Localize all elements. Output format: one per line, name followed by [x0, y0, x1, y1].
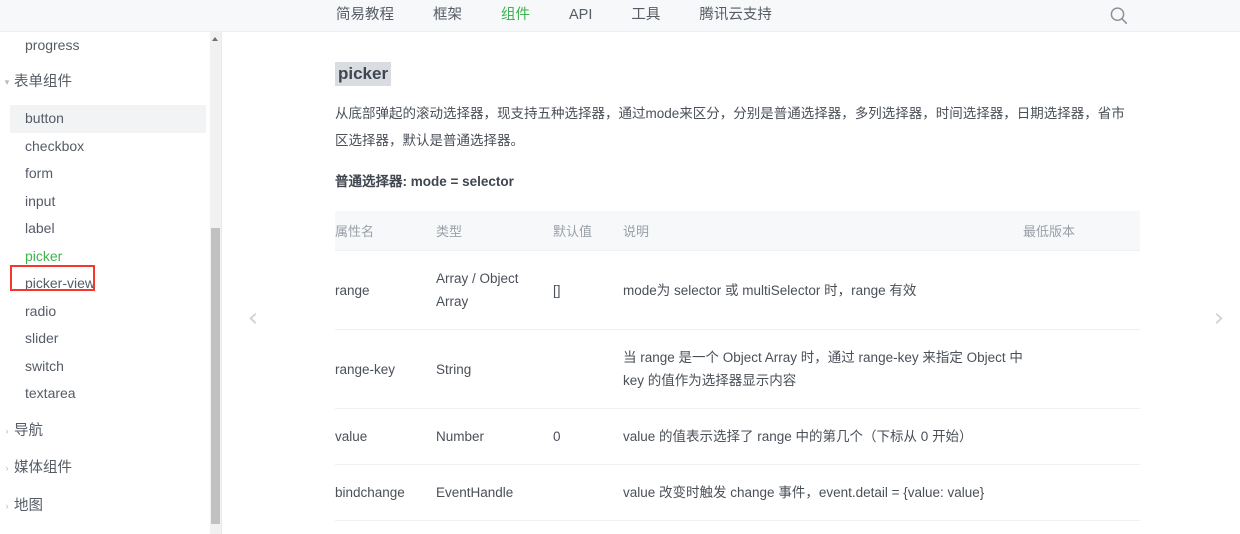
scroll-up-arrow-icon[interactable]: [210, 32, 221, 45]
sidebar-item-progress[interactable]: progress: [10, 32, 206, 60]
topnav-item-zujian[interactable]: 组件: [501, 0, 530, 31]
intro-paragraph: 从底部弹起的滚动选择器，现支持五种选择器，通过mode来区分，分别是普通选择器，…: [335, 106, 1125, 148]
topnav-item-gongju[interactable]: 工具: [631, 0, 660, 31]
cell-default: false: [553, 520, 623, 534]
sidebar-list: progress ▾ 表单组件 button checkbox form inp…: [0, 32, 211, 534]
sidebar-item-picker[interactable]: picker: [10, 243, 206, 271]
sidebar-item-switch[interactable]: switch: [10, 353, 206, 381]
cell-version: [1023, 329, 1140, 409]
topnav-item-kuangjia[interactable]: 框架: [433, 0, 462, 31]
sidebar-item-label[interactable]: label: [10, 215, 206, 243]
sidebar-item-radio[interactable]: radio: [10, 298, 206, 326]
topnav-item-jianyijiaocheng[interactable]: 简易教程: [336, 0, 394, 31]
cell-desc: 是否禁用: [623, 520, 1023, 534]
cell-attr: disabled: [335, 520, 436, 534]
cell-version: [1023, 250, 1140, 330]
chevron-right-icon: ›: [0, 530, 14, 534]
table-row: bindchange EventHandle value 改变时触发 chang…: [335, 464, 1140, 521]
page-root: 简易教程 框架 组件 API 工具 腾讯云支持 progress ▾ 表单组件 …: [0, 0, 1240, 534]
table-header-attr: 属性名: [335, 211, 436, 251]
search-icon[interactable]: [1108, 5, 1130, 27]
prev-page-arrow-icon[interactable]: ‹: [240, 303, 266, 333]
cell-default: [553, 329, 623, 409]
cell-default: []: [553, 250, 623, 330]
sidebar-scrollbar-track[interactable]: [210, 32, 221, 534]
sidebar-group-huabu[interactable]: › 画布: [0, 530, 211, 534]
sidebar-item-input[interactable]: input: [10, 188, 206, 216]
topnav-item-api[interactable]: API: [569, 0, 592, 31]
sidebar: progress ▾ 表单组件 button checkbox form inp…: [0, 32, 222, 534]
next-page-arrow-icon[interactable]: ›: [1206, 303, 1232, 333]
sidebar-group-ditu[interactable]: › 地图: [0, 493, 211, 521]
documentation-body: picker 从底部弹起的滚动选择器，现支持五种选择器，通过mode来区分，分别…: [335, 32, 1140, 534]
main-content: ‹ › picker 从底部弹起的滚动选择器，现支持五种选择器，通过mode来区…: [222, 32, 1240, 534]
cell-attr: bindchange: [335, 464, 436, 521]
table-row: value Number 0 value 的值表示选择了 range 中的第几个…: [335, 408, 1140, 465]
sidebar-group-label: 导航: [14, 422, 43, 439]
sidebar-group-daohang[interactable]: › 导航: [0, 418, 211, 446]
sidebar-item-picker-view[interactable]: picker-view: [10, 270, 206, 298]
cell-attr: range-key: [335, 329, 436, 409]
chevron-right-icon: ›: [5, 500, 9, 511]
cell-type: Number: [436, 408, 553, 465]
chevron-right-icon: ›: [5, 425, 9, 436]
cell-version: [1023, 464, 1140, 521]
cell-attr: value: [335, 408, 436, 465]
sidebar-item-textarea[interactable]: textarea: [10, 380, 206, 408]
cell-desc: 当 range 是一个 Object Array 时，通过 range-key …: [623, 329, 1023, 409]
table-header-default: 默认值: [553, 211, 623, 251]
table-header-desc: 说明: [623, 211, 1023, 251]
sidebar-group-label: 媒体组件: [14, 460, 72, 476]
sidebar-item-slider[interactable]: slider: [10, 325, 206, 353]
sidebar-scrollbar-thumb[interactable]: [211, 228, 220, 524]
table-row: range Array / Object Array [] mode为 sele…: [335, 250, 1140, 330]
table-row: disabled Boolean false 是否禁用: [335, 520, 1140, 534]
sidebar-group-biaodanzujian[interactable]: ▾ 表单组件: [0, 69, 211, 97]
sidebar-group-label: 表单组件: [14, 73, 72, 90]
page-title: picker: [335, 62, 392, 86]
sidebar-item-form[interactable]: form: [10, 160, 206, 188]
attributes-table: 属性名 类型 默认值 说明 最低版本 range Array / Object …: [335, 211, 1140, 534]
chevron-right-icon: ›: [5, 463, 9, 473]
cell-type: EventHandle: [436, 464, 553, 521]
top-nav-items: 简易教程 框架 组件 API 工具 腾讯云支持: [336, 0, 772, 31]
cell-default: [553, 464, 623, 521]
table-header-type: 类型: [436, 211, 553, 251]
cell-desc: value 改变时触发 change 事件，event.detail = {va…: [623, 464, 1023, 521]
cell-version: [1023, 408, 1140, 465]
cell-type: Boolean: [436, 520, 553, 534]
cell-type: Array / Object Array: [436, 250, 553, 330]
cell-version: [1023, 520, 1140, 534]
section-subheading: 普通选择器: mode = selector: [335, 172, 1140, 192]
sidebar-group-label: 地图: [14, 497, 43, 514]
cell-desc: mode为 selector 或 multiSelector 时，range 有…: [623, 250, 1023, 330]
table-row: range-key String 当 range 是一个 Object Arra…: [335, 329, 1140, 409]
cell-attr: range: [335, 250, 436, 330]
sidebar-item-checkbox[interactable]: checkbox: [10, 133, 206, 161]
cell-desc: value 的值表示选择了 range 中的第几个（下标从 0 开始）: [623, 408, 1023, 465]
table-header-row: 属性名 类型 默认值 说明 最低版本: [335, 211, 1140, 251]
sidebar-group-meitizujian[interactable]: › 媒体组件: [0, 455, 211, 483]
table-header-version: 最低版本: [1023, 211, 1140, 251]
section-subheading-rest: mode = selector: [407, 174, 514, 189]
sidebar-item-button[interactable]: button: [10, 105, 206, 133]
top-navigation-bar: 简易教程 框架 组件 API 工具 腾讯云支持: [0, 0, 1240, 32]
cell-type: String: [436, 329, 553, 409]
topnav-item-tengxunyunzhichi[interactable]: 腾讯云支持: [699, 0, 772, 31]
cell-default: 0: [553, 408, 623, 465]
chevron-down-icon: ▾: [4, 76, 10, 87]
section-subheading-strong: 普通选择器:: [335, 174, 407, 189]
